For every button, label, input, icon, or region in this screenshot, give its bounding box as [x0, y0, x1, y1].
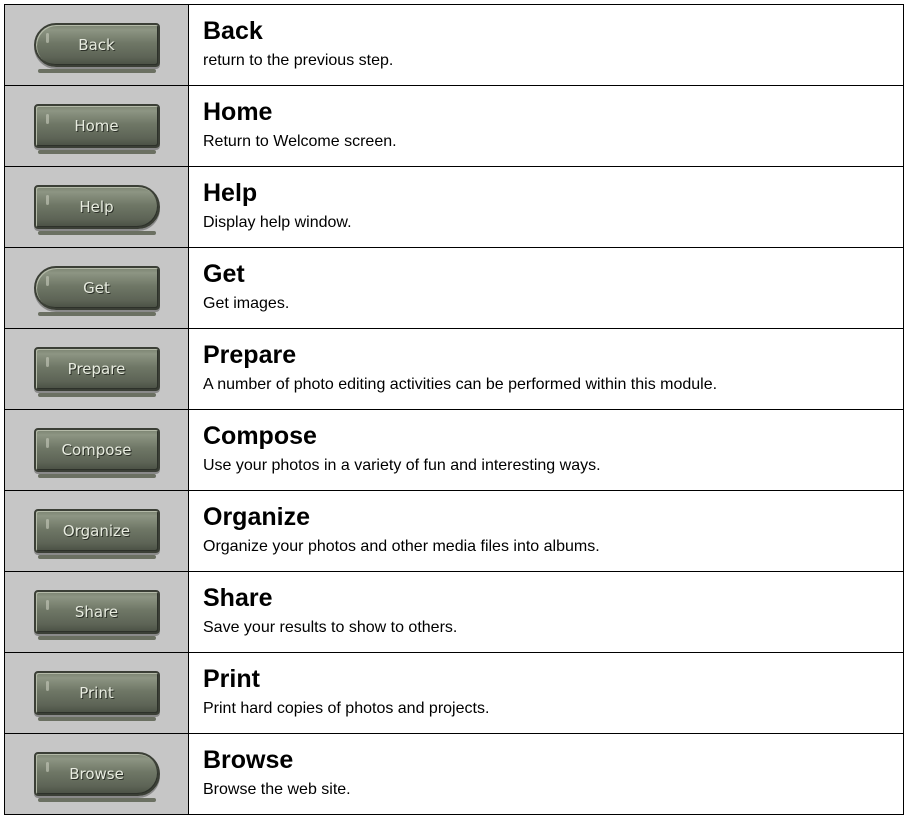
- button-cell: Share: [4, 571, 189, 653]
- row-title: Print: [203, 665, 260, 693]
- description-cell: Organize Organize your photos and other …: [188, 490, 904, 572]
- table-row: Print Print Print hard copies of photos …: [4, 652, 904, 734]
- description-cell: Browse Browse the web site.: [188, 733, 904, 815]
- row-description: Browse the web site.: [203, 781, 351, 798]
- row-description: Save your results to show to others.: [203, 619, 458, 636]
- print-button[interactable]: Print: [33, 671, 160, 721]
- button-cell: Browse: [4, 733, 189, 815]
- button-cell: Organize: [4, 490, 189, 572]
- description-cell: Help Display help window.: [188, 166, 904, 248]
- get-button[interactable]: Get: [33, 266, 160, 316]
- row-description: Organize your photos and other media fil…: [203, 538, 600, 555]
- table-row: Share Share Save your results to show to…: [4, 571, 904, 653]
- row-title: Prepare: [203, 341, 297, 369]
- button-cell: Home: [4, 85, 189, 167]
- row-title: Back: [203, 17, 263, 45]
- row-description: A number of photo editing activities can…: [203, 376, 718, 393]
- table-row: Get Get Get images.: [4, 247, 904, 329]
- table-row: Organize Organize Organize your photos a…: [4, 490, 904, 572]
- description-cell: Home Return to Welcome screen.: [188, 85, 904, 167]
- home-button[interactable]: Home: [33, 104, 160, 154]
- button-cell: Print: [4, 652, 189, 734]
- row-description: Get images.: [203, 295, 290, 312]
- button-cell: Compose: [4, 409, 189, 491]
- table-row: Browse Browse Browse the web site.: [4, 733, 904, 815]
- description-cell: Get Get images.: [188, 247, 904, 329]
- button-cell: Get: [4, 247, 189, 329]
- button-cell: Help: [4, 166, 189, 248]
- row-description: Return to Welcome screen.: [203, 133, 397, 150]
- row-description: Print hard copies of photos and projects…: [203, 700, 490, 717]
- description-cell: Print Print hard copies of photos and pr…: [188, 652, 904, 734]
- row-title: Compose: [203, 422, 317, 450]
- description-cell: Share Save your results to show to other…: [188, 571, 904, 653]
- row-title: Home: [203, 98, 273, 126]
- description-cell: Prepare A number of photo editing activi…: [188, 328, 904, 410]
- button-cell: Back: [4, 4, 189, 86]
- organize-button[interactable]: Organize: [33, 509, 160, 559]
- prepare-button[interactable]: Prepare: [33, 347, 160, 397]
- row-title: Get: [203, 260, 245, 288]
- browse-button[interactable]: Browse: [33, 752, 160, 802]
- button-reference-table: Back Back return to the previous step. H…: [4, 4, 904, 815]
- share-button[interactable]: Share: [33, 590, 160, 640]
- button-cell: Prepare: [4, 328, 189, 410]
- back-button[interactable]: Back: [33, 23, 160, 73]
- row-title: Share: [203, 584, 273, 612]
- row-description: return to the previous step.: [203, 52, 394, 69]
- table-row: Home Home Return to Welcome screen.: [4, 85, 904, 167]
- table-row: Prepare Prepare A number of photo editin…: [4, 328, 904, 410]
- row-description: Display help window.: [203, 214, 352, 231]
- compose-button[interactable]: Compose: [33, 428, 160, 478]
- table-row: Back Back return to the previous step.: [4, 4, 904, 86]
- row-title: Organize: [203, 503, 310, 531]
- description-cell: Back return to the previous step.: [188, 4, 904, 86]
- row-description: Use your photos in a variety of fun and …: [203, 457, 601, 474]
- row-title: Help: [203, 179, 258, 207]
- table-row: Compose Compose Use your photos in a var…: [4, 409, 904, 491]
- description-cell: Compose Use your photos in a variety of …: [188, 409, 904, 491]
- help-button[interactable]: Help: [33, 185, 160, 235]
- row-title: Browse: [203, 746, 294, 774]
- table-row: Help Help Display help window.: [4, 166, 904, 248]
